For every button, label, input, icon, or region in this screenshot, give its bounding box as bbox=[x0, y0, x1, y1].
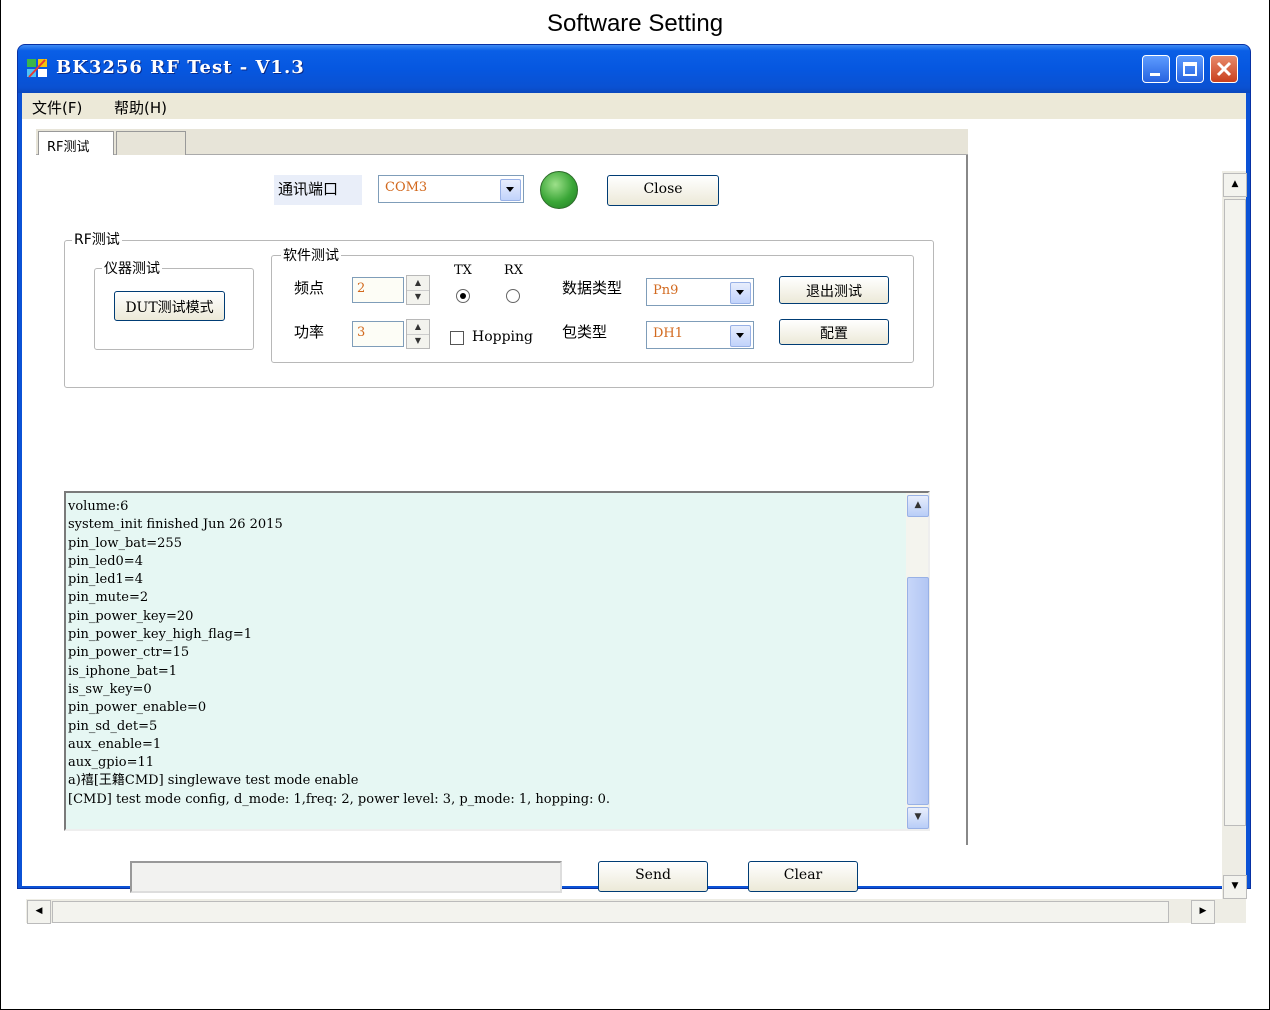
port-value: COM3 bbox=[385, 180, 428, 195]
tx-radio[interactable] bbox=[456, 289, 470, 303]
freq-spinner[interactable]: ▲ ▼ bbox=[406, 275, 430, 305]
scroll-left-icon[interactable]: ◀ bbox=[27, 900, 51, 924]
chevron-down-icon[interactable] bbox=[730, 325, 751, 347]
log-line: aux_enable=1 bbox=[68, 736, 162, 752]
maximize-icon bbox=[1183, 62, 1197, 76]
tab-second[interactable] bbox=[116, 131, 186, 155]
instrument-test-title: 仪器测试 bbox=[102, 258, 162, 278]
data-type-value: Pn9 bbox=[653, 283, 679, 298]
exit-test-button[interactable]: 退出测试 bbox=[779, 276, 889, 304]
menu-file[interactable]: 文件(F) bbox=[32, 97, 82, 118]
client-area: 文件(F) 帮助(H) RF测试 通讯端口 COM3 Close RF测试 仪器… bbox=[22, 93, 1247, 924]
spin-down-icon[interactable]: ▼ bbox=[407, 334, 429, 348]
log-line: aux_gpio=11 bbox=[68, 755, 155, 771]
app-icon bbox=[27, 59, 47, 78]
tx-label: TX bbox=[454, 263, 472, 278]
exit-test-label: 退出测试 bbox=[806, 284, 862, 300]
log-line: volume:6 bbox=[68, 499, 129, 514]
send-label: Send bbox=[635, 867, 671, 883]
packet-type-label: 包类型 bbox=[562, 323, 608, 341]
port-select[interactable]: COM3 bbox=[378, 175, 524, 203]
packet-type-select[interactable]: DH1 bbox=[646, 321, 754, 349]
data-type-label: 数据类型 bbox=[562, 279, 623, 297]
log-line: pin_led0=4 bbox=[68, 553, 143, 569]
power-label: 功率 bbox=[294, 323, 325, 341]
spin-up-icon[interactable]: ▲ bbox=[407, 320, 429, 335]
rx-label: RX bbox=[504, 263, 524, 278]
close-port-label: Close bbox=[643, 181, 683, 197]
chevron-down-icon[interactable] bbox=[730, 282, 751, 304]
packet-type-value: DH1 bbox=[653, 326, 684, 341]
log-line: is_iphone_bat=1 bbox=[68, 663, 178, 679]
power-value: 3 bbox=[357, 325, 366, 340]
scroll-up-icon[interactable]: ▲ bbox=[907, 495, 929, 517]
data-type-select[interactable]: Pn9 bbox=[646, 278, 754, 306]
hopping-label: Hopping bbox=[472, 329, 534, 345]
spin-down-icon[interactable]: ▼ bbox=[407, 290, 429, 304]
menu-bar: 文件(F) 帮助(H) bbox=[22, 93, 1246, 119]
close-icon bbox=[1216, 61, 1232, 77]
close-window-button[interactable] bbox=[1210, 55, 1238, 83]
log-line: is_sw_key=0 bbox=[68, 681, 152, 697]
log-scrollbar[interactable]: ▲ ▼ bbox=[906, 493, 929, 829]
log-lines: volume:6 system_init finished Jun 26 2015… bbox=[68, 498, 898, 809]
power-spinner[interactable]: ▲ ▼ bbox=[406, 319, 430, 349]
form-area: RF测试 通讯端口 COM3 Close RF测试 仪器测试 DUT测试模式 软… bbox=[22, 119, 1246, 893]
scroll-down-icon[interactable]: ▼ bbox=[1223, 875, 1247, 899]
app-window: BK3256 RF Test - V1.3 文件(F) 帮助(H) RF测试 通… bbox=[17, 44, 1251, 924]
hopping-checkbox[interactable] bbox=[450, 331, 464, 345]
log-line: system_init finished Jun 26 2015 bbox=[68, 517, 283, 533]
clear-label: Clear bbox=[783, 867, 823, 883]
dut-test-mode-button[interactable]: DUT测试模式 bbox=[114, 291, 225, 321]
scroll-right-icon[interactable]: ▶ bbox=[1191, 900, 1215, 924]
log-line: pin_mute=2 bbox=[68, 590, 149, 606]
log-line: pin_power_enable=0 bbox=[68, 700, 207, 716]
scroll-down-icon[interactable]: ▼ bbox=[907, 807, 929, 829]
page-caption: Software Setting bbox=[546, 10, 724, 37]
title-bar[interactable]: BK3256 RF Test - V1.3 bbox=[18, 45, 1250, 93]
log-line: pin_sd_det=5 bbox=[68, 718, 158, 734]
minimize-button[interactable] bbox=[1142, 55, 1170, 83]
log-line: pin_power_key_high_flag=1 bbox=[68, 627, 253, 643]
log-line: pin_led1=4 bbox=[68, 572, 143, 588]
tab-rf-test[interactable]: RF测试 bbox=[38, 131, 114, 155]
minimize-icon bbox=[1150, 73, 1160, 76]
spin-up-icon[interactable]: ▲ bbox=[407, 276, 429, 291]
scroll-up-icon[interactable]: ▲ bbox=[1223, 173, 1247, 197]
log-output[interactable]: volume:6 system_init finished Jun 26 2015… bbox=[64, 491, 930, 831]
log-line: pin_power_ctr=15 bbox=[68, 645, 190, 661]
send-button[interactable]: Send bbox=[598, 861, 708, 892]
clear-button[interactable]: Clear bbox=[748, 861, 858, 892]
chevron-down-icon[interactable] bbox=[500, 179, 521, 201]
log-line: pin_power_key=20 bbox=[68, 608, 194, 624]
config-label: 配置 bbox=[820, 326, 848, 342]
tab-strip: RF测试 bbox=[36, 129, 968, 155]
log-line: pin_low_bat=255 bbox=[68, 535, 182, 551]
log-line: a)禧[王籍CMD] singlewave test mode enable bbox=[68, 773, 359, 789]
freq-label: 频点 bbox=[294, 279, 325, 297]
rx-radio[interactable] bbox=[506, 289, 520, 303]
freq-input[interactable]: 2 bbox=[352, 277, 404, 303]
log-scroll-thumb[interactable] bbox=[907, 577, 929, 805]
send-input[interactable] bbox=[130, 861, 562, 893]
window-horizontal-scrollbar[interactable]: ◀ ▶ bbox=[26, 899, 1222, 924]
maximize-button[interactable] bbox=[1176, 55, 1204, 83]
log-line: [CMD] test mode config, d_mode: 1,freq: … bbox=[68, 791, 610, 807]
close-port-button[interactable]: Close bbox=[607, 175, 719, 206]
vertical-scroll-thumb[interactable] bbox=[1224, 199, 1246, 826]
power-input[interactable]: 3 bbox=[352, 321, 404, 347]
dut-test-mode-label: DUT测试模式 bbox=[125, 300, 214, 316]
port-label: 通讯端口 bbox=[274, 175, 362, 205]
horizontal-scroll-thumb[interactable] bbox=[52, 901, 1169, 923]
rf-test-group-title: RF测试 bbox=[72, 229, 122, 249]
software-test-title: 软件测试 bbox=[281, 245, 341, 265]
window-title: BK3256 RF Test - V1.3 bbox=[56, 57, 305, 78]
config-button[interactable]: 配置 bbox=[779, 319, 889, 345]
menu-help[interactable]: 帮助(H) bbox=[114, 97, 167, 118]
freq-value: 2 bbox=[357, 281, 366, 296]
window-vertical-scrollbar[interactable]: ▲ ▼ bbox=[1222, 171, 1247, 923]
connection-status-led bbox=[540, 171, 578, 209]
